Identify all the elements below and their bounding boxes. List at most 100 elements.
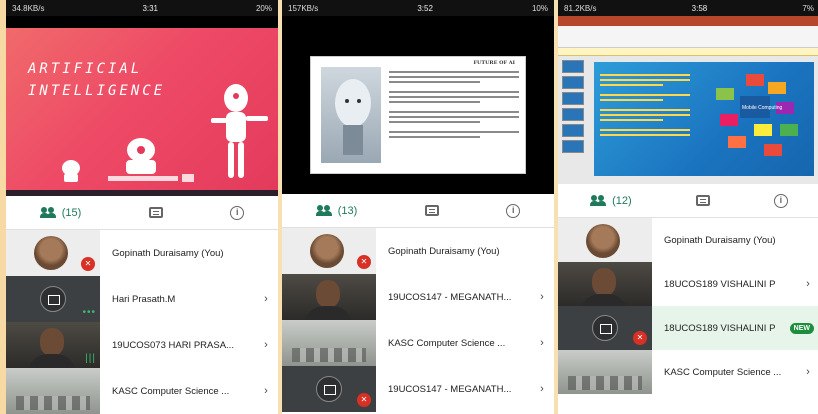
clock: 3:58	[691, 3, 708, 13]
participant-tile: ✕	[282, 366, 376, 412]
meet-panel-3: 81.2KB/s 3:58 7% Mobile Computing (12) i…	[558, 0, 818, 414]
participant-tile	[558, 218, 652, 262]
participant-name: 18UCOS189 VISHALINI P	[664, 278, 776, 290]
chevron-right-icon[interactable]: ›	[262, 385, 278, 397]
participant-tile	[282, 274, 376, 326]
clock: 3:52	[417, 3, 433, 13]
chevron-right-icon[interactable]: ›	[804, 366, 818, 378]
avatar	[310, 234, 344, 268]
slide-thumbnails	[562, 60, 586, 156]
presentation-video: FUTURE OF AI	[282, 16, 554, 194]
tab-chat[interactable]	[695, 195, 710, 206]
battery: 20%	[255, 3, 272, 13]
new-badge: NEW	[789, 322, 814, 334]
participant-row[interactable]: ✕ Gopinath Duraisamy (You)	[282, 228, 554, 274]
participant-name: 19UCOS147 - MEGANATH...	[388, 291, 512, 303]
ribbon-toolbar	[558, 26, 818, 48]
audio-dots-icon: |||	[85, 353, 96, 364]
chat-icon	[424, 205, 439, 216]
battery: 7%	[802, 3, 814, 13]
participant-name: Gopinath Duraisamy (You)	[664, 234, 776, 246]
participant-name: 18UCOS189 VISHALINI P	[664, 322, 776, 334]
participant-row[interactable]: ••• Hari Prasath.M ›	[6, 276, 278, 322]
robot-head-image	[321, 67, 381, 163]
mic-off-icon: ✕	[81, 257, 95, 271]
participant-row[interactable]: 18UCOS189 VISHALINI P ›	[558, 262, 818, 314]
slide-title: FUTURE OF AI	[473, 60, 515, 66]
participant-row[interactable]: KASC Computer Science ... ›	[6, 368, 278, 414]
participant-name: 19UCOS073 HARI PRASA...	[112, 339, 234, 351]
present-screen-icon	[316, 376, 342, 402]
avatar	[34, 236, 68, 270]
mic-off-icon: ✕	[357, 393, 371, 407]
present-screen-icon	[40, 286, 66, 312]
status-bar: 157KB/s 3:52 10%	[282, 0, 554, 16]
info-icon: i	[506, 203, 521, 218]
participant-tile	[6, 368, 100, 414]
participant-name: Hari Prasath.M	[112, 293, 176, 305]
people-count: (13)	[337, 204, 358, 217]
participant-row[interactable]: ✕ 18UCOS189 VISHALINI P NEW	[558, 306, 818, 350]
tab-bar: (13) i	[282, 194, 554, 228]
meet-panel-1: 34.8KB/s 3:31 20% ARTIFICIAL INTELLIGENC…	[6, 0, 278, 414]
tab-people[interactable]: (12)	[590, 194, 632, 207]
audio-dots-icon: •••	[82, 307, 96, 318]
tab-info[interactable]: i	[230, 205, 245, 220]
participant-row[interactable]: ✕ Gopinath Duraisamy (You)	[6, 230, 278, 276]
people-icon	[39, 206, 58, 219]
avatar	[586, 224, 620, 258]
battery: 10%	[531, 3, 548, 13]
tab-chat[interactable]	[424, 205, 439, 216]
mic-off-icon: ✕	[357, 255, 371, 269]
tab-people[interactable]: (13)	[315, 204, 358, 217]
participant-row[interactable]: KASC Computer Science ... ›	[282, 320, 554, 366]
chevron-right-icon[interactable]: ›	[538, 337, 554, 349]
participant-row[interactable]: 19UCOS147 - MEGANATH... ›	[282, 274, 554, 326]
chevron-right-icon[interactable]: ›	[538, 291, 554, 303]
participant-tile: ✕	[282, 228, 376, 274]
presentation-video: ARTIFICIAL INTELLIGENCE	[6, 16, 278, 196]
info-icon: i	[773, 193, 788, 208]
participant-name: Gopinath Duraisamy (You)	[112, 247, 224, 259]
status-bar: 34.8KB/s 3:31 20%	[6, 0, 278, 16]
people-icon	[590, 194, 608, 207]
slide-bullets	[600, 74, 690, 139]
participant-tile: ✕	[558, 306, 652, 350]
slide-artificial-intelligence: ARTIFICIAL INTELLIGENCE	[6, 28, 278, 196]
robot-illustration	[62, 84, 268, 182]
slide-future-of-ai: FUTURE OF AI	[310, 56, 526, 174]
powerpoint-window: Mobile Computing	[558, 16, 818, 184]
clock: 3:31	[142, 3, 159, 13]
participant-row[interactable]: ✕ 19UCOS147 - MEGANATH... ›	[282, 366, 554, 412]
chevron-right-icon[interactable]: ›	[538, 383, 554, 395]
network-speed: 34.8KB/s	[12, 3, 45, 13]
chevron-right-icon[interactable]: ›	[804, 278, 818, 290]
people-count: (15)	[61, 206, 82, 219]
chevron-right-icon[interactable]: ›	[262, 293, 278, 305]
presentation-video: Mobile Computing	[558, 16, 818, 184]
participant-tile: ✕	[6, 230, 100, 276]
participant-name: 19UCOS147 - MEGANATH...	[388, 383, 512, 395]
chat-icon	[695, 195, 710, 206]
participant-tile: |||	[6, 322, 100, 374]
status-bar: 81.2KB/s 3:58 7%	[558, 0, 818, 16]
tab-people[interactable]: (15)	[39, 206, 82, 219]
participant-name: KASC Computer Science ...	[388, 337, 506, 349]
slide-bullets	[389, 71, 519, 146]
network-speed: 157KB/s	[288, 3, 319, 13]
chevron-right-icon[interactable]: ›	[262, 339, 278, 351]
participant-tile	[282, 320, 376, 366]
participant-tile: •••	[6, 276, 100, 322]
tab-bar: (15) i	[6, 196, 278, 230]
participant-row[interactable]: Gopinath Duraisamy (You)	[558, 218, 818, 262]
slide-mobile-computing: Mobile Computing	[594, 62, 814, 176]
tab-info[interactable]: i	[773, 193, 788, 208]
participant-row[interactable]: ||| 19UCOS073 HARI PRASA... ›	[6, 322, 278, 374]
participant-tile	[558, 350, 652, 394]
chat-icon	[148, 207, 163, 218]
tab-info[interactable]: i	[506, 203, 521, 218]
tab-chat[interactable]	[148, 207, 163, 218]
participant-tile	[558, 262, 652, 314]
participant-row[interactable]: KASC Computer Science ... ›	[558, 350, 818, 394]
people-icon	[315, 204, 334, 217]
